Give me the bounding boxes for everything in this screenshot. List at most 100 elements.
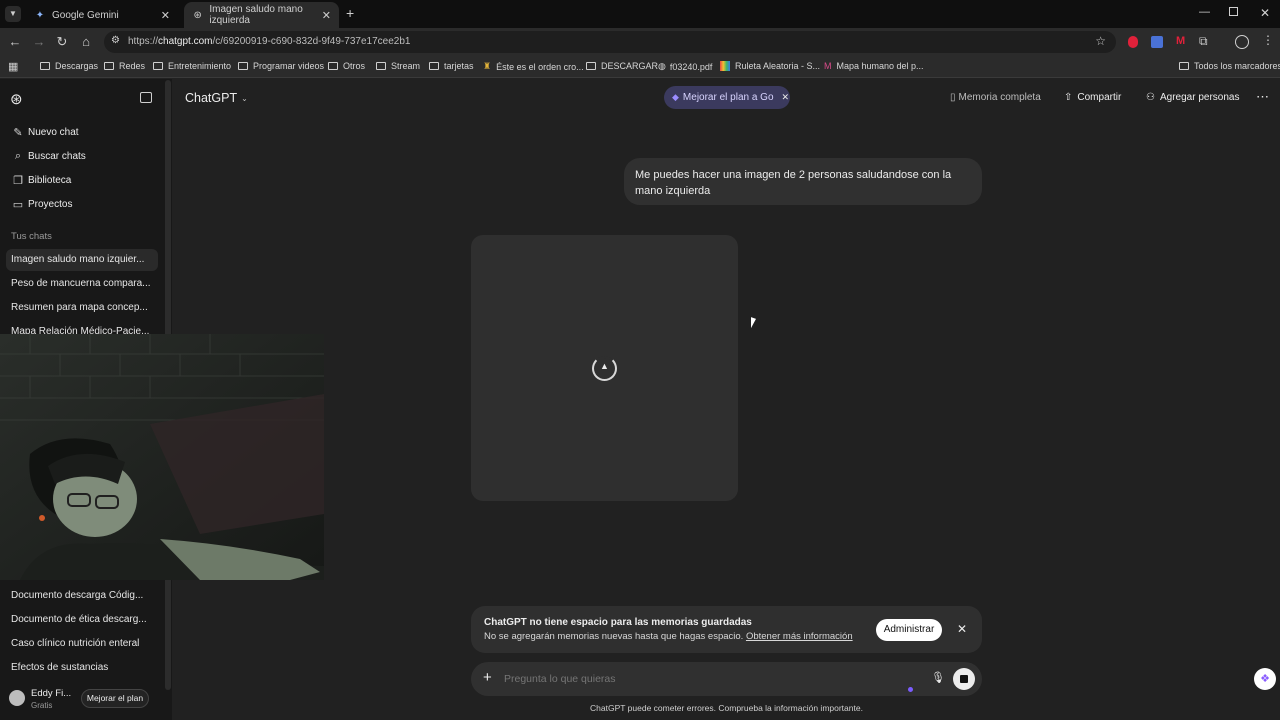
reload-icon[interactable]: ↻: [53, 33, 71, 51]
nav-projects[interactable]: ▭ Proyectos: [12, 198, 73, 211]
bookmark-label: Entretenimiento: [168, 61, 232, 71]
translate-extension-icon[interactable]: [1151, 36, 1163, 48]
bookmark-ruleta[interactable]: Ruleta Aleatoria - S...: [720, 61, 820, 71]
image-loading-icon: ▲: [592, 356, 617, 381]
more-options-icon[interactable]: ⋯: [1256, 89, 1269, 105]
upgrade-go-pill[interactable]: ◆ Mejorar el plan a Go ✕: [664, 86, 790, 109]
upgrade-plan-button[interactable]: Mejorar el plan: [81, 689, 149, 708]
add-people-button[interactable]: ⚇ Agregar personas: [1146, 92, 1239, 103]
folder-icon: [153, 62, 163, 70]
chat-item[interactable]: Efectos de sustancias: [6, 657, 158, 679]
figure-icon: ♜: [483, 61, 492, 71]
bookmark-entretenimiento[interactable]: Entretenimiento: [153, 61, 231, 71]
user-message: Me puedes hacer una imagen de 2 personas…: [624, 158, 982, 205]
nav-new-chat[interactable]: ✎ Nuevo chat: [12, 126, 79, 139]
close-window-icon[interactable]: ✕: [1260, 6, 1270, 20]
toggle-sidebar-icon[interactable]: [140, 92, 152, 103]
nav-library[interactable]: ❐ Biblioteca: [12, 174, 71, 187]
bookmark-stream[interactable]: Stream: [376, 61, 420, 71]
close-tab-icon[interactable]: ✕: [161, 9, 170, 22]
tab-list-dropdown-icon[interactable]: ▼: [5, 6, 21, 22]
folder-icon: ▭: [12, 199, 24, 211]
bookmark-descargar[interactable]: DESCARGAR: [586, 61, 658, 71]
nav-label: Nuevo chat: [28, 127, 79, 138]
chat-item[interactable]: Documento descarga Códig...: [6, 585, 158, 607]
bookmark-label: tarjetas: [444, 61, 474, 71]
close-icon[interactable]: ✕: [782, 92, 790, 103]
all-bookmarks[interactable]: Todos los marcadores: [1179, 61, 1280, 71]
stop-generating-button[interactable]: [953, 668, 975, 690]
tab-imagen-saludo[interactable]: ⊛ Imagen saludo mano izquierda ✕: [184, 2, 339, 28]
chat-item[interactable]: Resumen para mapa concep...: [6, 297, 158, 319]
chatgpt-logo-icon[interactable]: ⊛: [10, 90, 23, 108]
manage-button[interactable]: Administrar: [876, 619, 942, 641]
restore-window-icon[interactable]: [1229, 7, 1238, 16]
model-label: ChatGPT: [185, 91, 238, 105]
prompt-input[interactable]: [504, 670, 884, 688]
bookmark-tarjetas[interactable]: tarjetas: [429, 61, 474, 71]
microphone-icon[interactable]: 🎙: [931, 671, 945, 684]
gemini-icon: ✦: [35, 9, 45, 21]
webcam-overlay: [0, 334, 324, 580]
chevron-down-icon: ⌄: [241, 93, 248, 103]
bookmark-label: Mapa humano del p...: [836, 61, 924, 71]
bookmark-label: Éste es el orden cro...: [496, 61, 584, 72]
chat-item[interactable]: Peso de mancuerna compara...: [6, 273, 158, 295]
extension-m-icon[interactable]: M: [1176, 35, 1185, 47]
notice-body: No se agregarán memorias nuevas hasta qu…: [484, 631, 853, 642]
folder-icon: [40, 62, 50, 70]
bookmark-label: Redes: [119, 61, 146, 71]
tab-title: Imagen saludo mano izquierda: [209, 4, 303, 26]
learn-more-link[interactable]: Obtener más información: [746, 631, 853, 642]
bookmark-orden-cro[interactable]: ♜ Éste es el orden cro...: [483, 61, 584, 72]
close-icon[interactable]: ✕: [957, 622, 967, 636]
site-info-icon[interactable]: ⚙: [111, 35, 120, 46]
address-bar[interactable]: ⚙ https://chatgpt.com/c/69200919-c690-83…: [104, 31, 1116, 53]
user-profile[interactable]: Eddy Fi... Gratis: [8, 687, 88, 715]
bookmark-mapa-humano[interactable]: M Mapa humano del p...: [824, 61, 924, 71]
minimize-window-icon[interactable]: —: [1199, 6, 1210, 18]
browser-tab-bar: ▼ ✦ Google Gemini ✕ ⊛ Imagen saludo mano…: [0, 0, 1280, 28]
folder-icon: [328, 62, 338, 70]
share-button[interactable]: ⇧ Compartir: [1064, 92, 1121, 103]
extension-red-icon[interactable]: [1128, 36, 1138, 48]
mapa-icon: M: [824, 61, 832, 71]
tab-google-gemini[interactable]: ✦ Google Gemini ✕: [26, 2, 178, 28]
share-icon: ⇧: [1064, 92, 1073, 103]
extensions-puzzle-icon[interactable]: ⧉: [1199, 34, 1208, 49]
bookmark-programar-videos[interactable]: Programar videos: [238, 61, 324, 71]
browser-menu-icon[interactable]: ⋮: [1262, 33, 1274, 47]
forward-icon[interactable]: →: [30, 33, 48, 51]
folder-icon: [238, 62, 248, 70]
back-icon[interactable]: ←: [6, 33, 24, 51]
close-tab-icon[interactable]: ✕: [322, 9, 331, 22]
mouse-cursor-icon: [751, 317, 756, 330]
memory-full-button[interactable]: ▯ Memoria completa: [950, 92, 1041, 103]
add-attachment-icon[interactable]: +: [483, 670, 492, 686]
nav-search-chats[interactable]: ⌕ Buscar chats: [12, 150, 86, 163]
bookmark-star-icon[interactable]: ☆: [1095, 34, 1106, 48]
folder-icon: [586, 62, 596, 70]
new-tab-button[interactable]: +: [346, 5, 354, 21]
bookmark-pdf[interactable]: ◍ f03240.pdf: [658, 61, 712, 72]
model-selector[interactable]: ChatGPT ⌄: [185, 91, 248, 105]
mountain-icon: ▲: [600, 361, 609, 371]
bookmark-descargas[interactable]: Descargas: [40, 61, 98, 71]
edit-icon: ✎: [13, 127, 23, 139]
bookmark-redes[interactable]: Redes: [104, 61, 145, 71]
ruleta-icon: [720, 61, 730, 71]
chat-item[interactable]: Imagen saludo mano izquier...: [6, 249, 158, 271]
profile-avatar-icon[interactable]: [1235, 35, 1249, 49]
bookmark-otros[interactable]: Otros: [328, 61, 365, 71]
floating-assistant-icon[interactable]: ❖: [1254, 668, 1276, 690]
bookmark-label: Todos los marcadores: [1194, 61, 1280, 71]
memory-full-notice: ChatGPT no tiene espacio para las memori…: [471, 606, 982, 653]
home-icon[interactable]: ⌂: [77, 33, 95, 51]
chat-item[interactable]: Caso clínico nutrición enteral: [6, 633, 158, 655]
chatgpt-icon: ⊛: [193, 9, 202, 21]
chat-header: ChatGPT ⌄ ◆ Mejorar el plan a Go ✕ ▯ Mem…: [172, 79, 1280, 117]
url-text: https://chatgpt.com/c/69200919-c690-832d…: [128, 36, 410, 47]
apps-grid-icon[interactable]: ▦: [8, 60, 18, 73]
chat-item[interactable]: Documento de ética descarg...: [6, 609, 158, 631]
bookmarks-bar: ▦ Descargas Redes Entretenimiento Progra…: [0, 56, 1280, 78]
